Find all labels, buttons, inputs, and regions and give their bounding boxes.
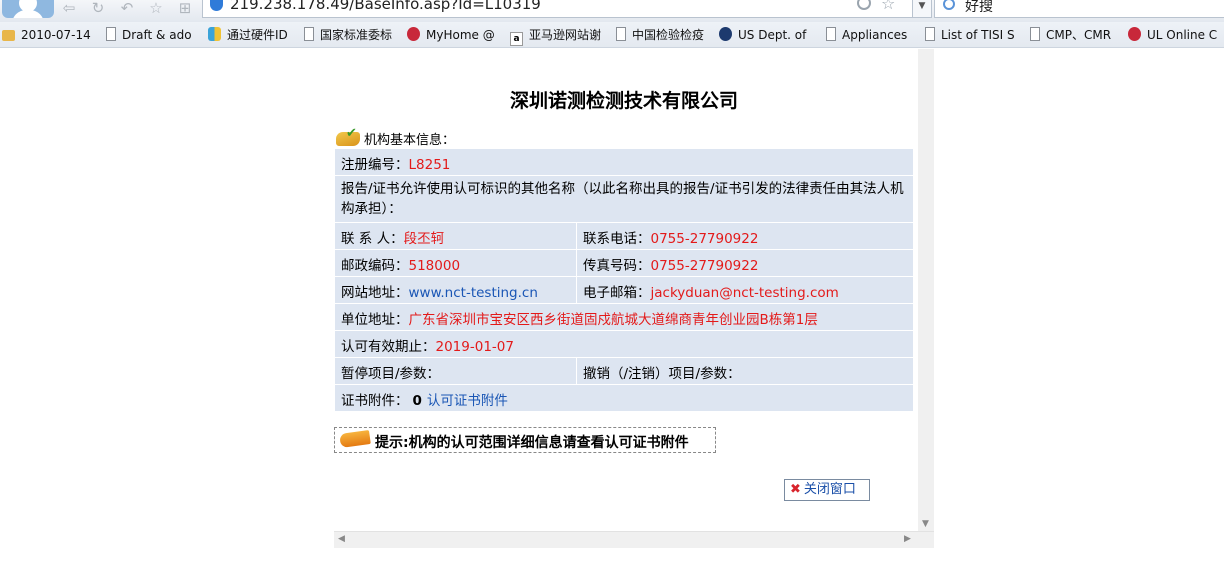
bookmarks-bar: 2010-07-14 Draft & ado 通过硬件ID 国家标准委标 MyH… — [0, 22, 1224, 48]
tip-box: 提示:机构的认可范围详细信息请查看认可证书附件 — [334, 427, 716, 453]
bookmark-item[interactable]: MyHome @ — [407, 27, 495, 43]
seal-icon — [719, 27, 732, 41]
bookmark-item[interactable]: US Dept. of — [719, 27, 806, 43]
search-icon — [943, 0, 955, 10]
reg-number-cell: 注册编号：L8251 — [334, 148, 914, 176]
bookmark-star-icon[interactable]: ☆ — [881, 0, 895, 13]
bookmark-item[interactable]: 中国检验检疫 — [616, 27, 704, 43]
undo-icon[interactable]: ↶ — [118, 0, 136, 16]
suspended-cell: 暂停项目/参数： — [334, 357, 577, 385]
bookmark-item[interactable]: 2010-07-14 — [2, 27, 91, 43]
ie-mode-icon[interactable] — [857, 0, 871, 10]
validity-value: 2019-01-07 — [435, 338, 514, 355]
bookmark-item[interactable]: Appliances — [826, 27, 907, 43]
table-row: 注册编号：L8251 — [334, 148, 914, 176]
section-header: 机构基本信息： — [336, 126, 455, 149]
bookmark-item[interactable]: UL Online C — [1128, 27, 1217, 43]
table-row: 报告/证书允许使用认可标识的其他名称（以此名称出具的报告/证书引发的法律责任由其… — [334, 175, 914, 223]
zip-cell: 邮政编码：518000 — [334, 249, 577, 277]
contact-value: 段丕轲 — [403, 230, 445, 247]
contact-cell: 联 系 人：段丕轲 — [334, 222, 577, 250]
check-hand-icon — [336, 126, 360, 146]
table-row: 认可有效期止：2019-01-07 — [334, 330, 914, 358]
other-names-cell: 报告/证书允许使用认可标识的其他名称（以此名称出具的报告/证书引发的法律责任由其… — [334, 175, 914, 223]
phone-value: 0755-27790922 — [650, 230, 759, 247]
search-input[interactable]: 好搜 — [965, 0, 993, 16]
favorite-star-icon[interactable]: ☆ — [147, 0, 165, 16]
scroll-down-icon[interactable]: ▼ — [922, 519, 929, 529]
user-avatar[interactable] — [2, 0, 54, 18]
amazon-icon: a — [510, 32, 523, 46]
address-value: 广东省深圳市宝安区西乡街道固戍航城大道绵商青年创业园B栋第1层 — [408, 311, 818, 328]
page-icon — [106, 27, 116, 41]
address-bar[interactable]: 219.238.178.49/BaseInfo.asp?Id=L10319 ☆ — [202, 0, 914, 18]
search-box[interactable]: 好搜 — [934, 0, 1224, 18]
fax-value: 0755-27790922 — [650, 257, 759, 274]
bookmark-item[interactable]: 国家标准委标 — [304, 27, 392, 43]
bookmark-item[interactable]: a 亚马逊网站谢 — [510, 27, 601, 46]
table-row: 证书附件： 0 认可证书附件 — [334, 384, 914, 412]
horizontal-scrollbar[interactable]: ◀ ▶ — [334, 531, 934, 548]
attachment-cell: 证书附件： 0 认可证书附件 — [334, 384, 914, 412]
page-icon — [616, 27, 626, 41]
page-icon — [826, 27, 836, 41]
page-icon — [304, 27, 314, 41]
url-text[interactable]: 219.238.178.49/BaseInfo.asp?Id=L10319 — [230, 0, 541, 13]
website-cell: 网站地址：www.nct-testing.cn — [334, 276, 577, 304]
scroll-left-icon[interactable]: ◀ — [338, 534, 345, 544]
table-row: 暂停项目/参数： 撤销（/注销）项目/参数： — [334, 357, 914, 385]
vertical-scrollbar[interactable]: ▼ — [918, 49, 934, 531]
folder-icon — [2, 30, 15, 41]
org-info-table: 注册编号：L8251 报告/证书允许使用认可标识的其他名称（以此名称出具的报告/… — [334, 148, 914, 412]
close-icon: ✖ — [790, 482, 801, 497]
bookmark-item[interactable]: CMP、CMR — [1030, 27, 1111, 43]
bookmark-item[interactable]: 通过硬件ID — [208, 27, 288, 43]
ul-icon — [407, 27, 420, 41]
table-row: 邮政编码：518000 传真号码：0755-27790922 — [334, 249, 914, 277]
tip-text: 提示:机构的认可范围详细信息请查看认可证书附件 — [375, 435, 689, 451]
email-cell: 电子邮箱：jackyduan@nct-testing.com — [576, 276, 914, 304]
ul-icon — [1128, 27, 1141, 41]
close-window-button[interactable]: ✖ 关闭窗口 — [784, 479, 870, 501]
scroll-right-icon[interactable]: ▶ — [904, 534, 911, 544]
attachment-link[interactable]: 认可证书附件 — [427, 393, 508, 409]
browser-toolbar: ⇦ ↻ ↶ ☆ ⊞ 219.238.178.49/BaseInfo.asp?Id… — [0, 0, 1224, 22]
page-icon — [925, 27, 935, 41]
site-icon — [208, 27, 221, 41]
address-cell: 单位地址：广东省深圳市宝安区西乡街道固戍航城大道绵商青年创业园B栋第1层 — [334, 303, 914, 331]
bookmark-item[interactable]: List of TISI S — [925, 27, 1015, 43]
revoked-cell: 撤销（/注销）项目/参数： — [576, 357, 914, 385]
reg-number-value: L8251 — [408, 156, 451, 173]
fax-cell: 传真号码：0755-27790922 — [576, 249, 914, 277]
website-link[interactable]: www.nct-testing.cn — [409, 285, 538, 301]
pencil-icon — [339, 429, 371, 449]
table-row: 单位地址：广东省深圳市宝安区西乡街道固戍航城大道绵商青年创业园B栋第1层 — [334, 303, 914, 331]
phone-cell: 联系电话：0755-27790922 — [576, 222, 914, 250]
page-title: 深圳诺测检测技术有限公司 — [509, 90, 738, 112]
address-dropdown-button[interactable]: ▼ — [912, 0, 932, 18]
email-value: jackyduan@nct-testing.com — [650, 284, 839, 301]
refresh-icon[interactable]: ↻ — [89, 0, 107, 16]
apps-grid-icon[interactable]: ⊞ — [176, 0, 194, 16]
table-row: 网站地址：www.nct-testing.cn 电子邮箱：jackyduan@n… — [334, 276, 914, 304]
back-icon[interactable]: ⇦ — [60, 0, 78, 16]
attachment-count: 0 — [412, 392, 422, 409]
validity-cell: 认可有效期止：2019-01-07 — [334, 330, 914, 358]
page-icon — [1030, 27, 1040, 41]
zip-value: 518000 — [408, 257, 461, 274]
security-shield-icon — [210, 0, 223, 11]
bookmark-item[interactable]: Draft & ado — [106, 27, 192, 43]
table-row: 联 系 人：段丕轲 联系电话：0755-27790922 — [334, 222, 914, 250]
